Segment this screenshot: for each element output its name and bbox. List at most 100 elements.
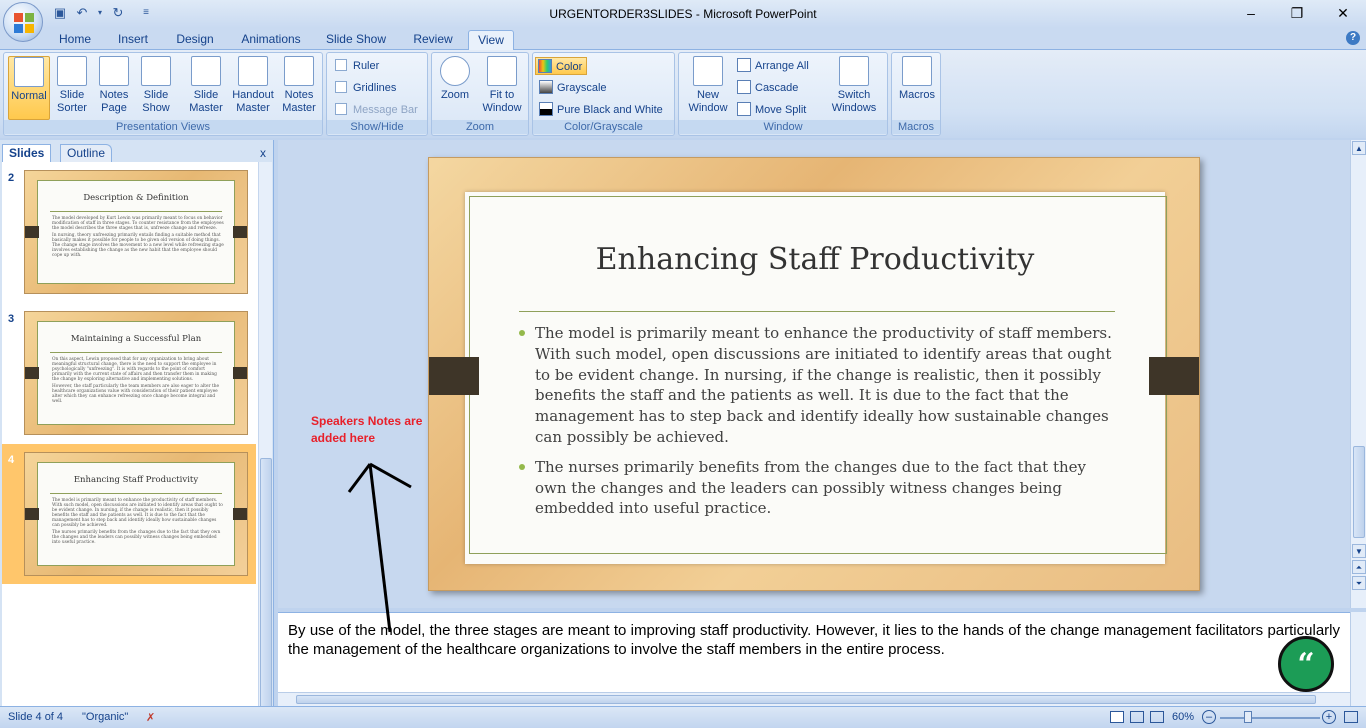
scroll-down-icon[interactable]: ▼ bbox=[1352, 544, 1366, 558]
group-show-hide: Ruler Gridlines Message Bar Show/Hide bbox=[326, 52, 428, 136]
group-label-window: Window bbox=[679, 120, 887, 134]
next-slide-icon[interactable]: ⏷ bbox=[1352, 576, 1366, 590]
panel-scrollbar[interactable] bbox=[258, 162, 272, 708]
slide-clip-right bbox=[1149, 357, 1199, 395]
group-color-grayscale: Color Grayscale Pure Black and White Col… bbox=[532, 52, 675, 136]
help-icon[interactable]: ? bbox=[1346, 31, 1360, 45]
speaker-notes-text[interactable]: By use of the model, the three stages ar… bbox=[288, 621, 1340, 659]
thumbnail-clip-left bbox=[25, 508, 39, 520]
slide-thumbnail-2[interactable]: 2 Description & Definition The model dev… bbox=[2, 162, 256, 294]
macros-button[interactable]: Macros bbox=[896, 56, 938, 120]
zoom-button[interactable]: Zoom bbox=[436, 56, 474, 120]
notes-page-button[interactable]: Notes Page bbox=[94, 56, 134, 120]
slide-thumbnail-4[interactable]: 4 Enhancing Staff Productivity The model… bbox=[2, 444, 256, 584]
restore-button[interactable]: ❐ bbox=[1274, 0, 1320, 26]
fit-slide-icon[interactable] bbox=[1344, 711, 1358, 723]
slide-master-icon bbox=[191, 56, 221, 86]
notes-master-button[interactable]: Notes Master bbox=[278, 56, 320, 120]
editor-scrollbar[interactable]: ▲ ▼ ⏶ ⏷ bbox=[1350, 140, 1366, 608]
slide-title[interactable]: Enhancing Staff Productivity bbox=[465, 242, 1165, 277]
close-button[interactable]: ✕ bbox=[1320, 0, 1366, 26]
zoom-slider-thumb[interactable] bbox=[1244, 711, 1252, 723]
gridlines-check-icon bbox=[335, 81, 347, 93]
slide-thumbnail-3[interactable]: 3 Maintaining a Successful Plan On this … bbox=[2, 303, 256, 435]
previous-slide-icon[interactable]: ⏶ bbox=[1352, 560, 1366, 574]
close-panel-icon[interactable]: x bbox=[260, 146, 266, 160]
cascade-button[interactable]: Cascade bbox=[737, 79, 798, 97]
group-label-color-grayscale: Color/Grayscale bbox=[533, 120, 674, 134]
spelling-check-icon[interactable]: ✗ bbox=[146, 711, 155, 724]
tab-design[interactable]: Design bbox=[168, 30, 222, 50]
normal-view-button[interactable]: Normal bbox=[8, 56, 50, 120]
grayscale-label: Grayscale bbox=[557, 82, 607, 94]
editor-scroll-thumb[interactable] bbox=[1353, 446, 1365, 538]
office-logo-icon bbox=[14, 13, 34, 33]
color-swatch-icon bbox=[538, 59, 552, 73]
ruler-check-icon bbox=[335, 59, 347, 71]
slide-show-status-icon[interactable] bbox=[1150, 711, 1164, 723]
normal-view-status-icon[interactable] bbox=[1110, 711, 1124, 723]
current-slide[interactable]: Enhancing Staff Productivity The model i… bbox=[428, 157, 1200, 591]
slides-panel: Slides Outline x 2 Description & Definit… bbox=[0, 140, 274, 708]
tab-view[interactable]: View bbox=[468, 30, 514, 50]
slide-thumbnail-image: Maintaining a Successful Plan On this as… bbox=[24, 311, 248, 435]
slide-sorter-status-icon[interactable] bbox=[1130, 711, 1144, 723]
grayscale-icon bbox=[539, 80, 553, 94]
pure-black-white-button[interactable]: Pure Black and White bbox=[539, 101, 663, 119]
notes-scrollbar[interactable] bbox=[1350, 612, 1366, 706]
tab-slides[interactable]: Slides bbox=[2, 144, 52, 162]
slide-thumbnail-image: Description & Definition The model devel… bbox=[24, 170, 248, 294]
panel-scroll-thumb[interactable] bbox=[260, 458, 272, 708]
ruler-checkbox[interactable]: Ruler bbox=[335, 57, 379, 75]
notes-pane[interactable]: By use of the model, the three stages ar… bbox=[278, 612, 1350, 692]
tab-review[interactable]: Review bbox=[404, 30, 462, 50]
slide-thumbnail-image: Enhancing Staff Productivity The model i… bbox=[24, 452, 248, 576]
slide-thumbnails: 2 Description & Definition The model dev… bbox=[2, 162, 258, 706]
notes-page-icon bbox=[99, 56, 129, 86]
title-bar: ▣ ↶ ▾ ↻ ≡ URGENTORDER3SLIDES - Microsoft… bbox=[0, 0, 1366, 28]
slide-sorter-button[interactable]: Slide Sorter bbox=[52, 56, 92, 120]
zoom-in-icon[interactable]: + bbox=[1322, 710, 1336, 724]
office-button[interactable] bbox=[3, 2, 43, 42]
zoom-slider[interactable] bbox=[1220, 717, 1320, 719]
grayscale-button[interactable]: Grayscale bbox=[539, 79, 607, 97]
switch-windows-button[interactable]: Switch Windows bbox=[823, 56, 885, 120]
slide-show-label: Slide Show bbox=[142, 89, 170, 114]
minimize-button[interactable]: – bbox=[1228, 0, 1274, 26]
fit-to-window-label: Fit to Window bbox=[482, 89, 522, 114]
zoom-level[interactable]: 60% bbox=[1172, 711, 1194, 723]
fit-window-icon bbox=[487, 56, 517, 86]
thumbnail-rule bbox=[50, 352, 222, 353]
thumbnail-bullet: However, the staff particularly the team… bbox=[52, 384, 220, 404]
move-split-button[interactable]: Move Split bbox=[737, 101, 806, 119]
tab-insert[interactable]: Insert bbox=[110, 30, 156, 50]
macros-icon bbox=[902, 56, 932, 86]
gridlines-checkbox[interactable]: Gridlines bbox=[335, 79, 396, 97]
tab-animations[interactable]: Animations bbox=[234, 30, 308, 50]
thumbnail-title: Enhancing Staff Productivity bbox=[73, 475, 199, 485]
handout-master-button[interactable]: Handout Master bbox=[228, 56, 278, 120]
move-split-icon bbox=[737, 102, 751, 116]
horizontal-scrollbar[interactable] bbox=[278, 692, 1350, 706]
scroll-up-icon[interactable]: ▲ bbox=[1352, 141, 1366, 155]
fit-to-window-button[interactable]: Fit to Window bbox=[478, 56, 526, 120]
slide-body[interactable]: The model is primarily meant to enhance … bbox=[519, 323, 1119, 528]
quote-icon[interactable]: “ bbox=[1278, 636, 1334, 692]
new-window-button[interactable]: New Window bbox=[683, 56, 733, 120]
thumbnail-title: Description & Definition bbox=[83, 193, 189, 203]
color-button[interactable]: Color bbox=[535, 57, 588, 75]
slide-master-button[interactable]: Slide Master bbox=[184, 56, 228, 120]
zoom-out-icon[interactable]: – bbox=[1202, 710, 1216, 724]
tab-outline[interactable]: Outline bbox=[60, 144, 113, 162]
ribbon-tabs: Home Insert Design Animations Slide Show… bbox=[0, 28, 1366, 50]
status-bar: Slide 4 of 4 "Organic" ✗ 60% – + bbox=[0, 706, 1366, 728]
handout-master-icon bbox=[238, 56, 268, 86]
tab-slide-show[interactable]: Slide Show bbox=[320, 30, 392, 50]
arrange-all-button[interactable]: Arrange All bbox=[737, 57, 809, 75]
ruler-label: Ruler bbox=[353, 60, 380, 72]
slide-show-button[interactable]: Slide Show bbox=[136, 56, 176, 120]
slide-clip-left bbox=[429, 357, 479, 395]
tab-home[interactable]: Home bbox=[50, 30, 100, 50]
horizontal-scroll-thumb[interactable] bbox=[296, 695, 1316, 704]
thumbnail-bullet: The model is primarily meant to enhance … bbox=[52, 498, 223, 528]
